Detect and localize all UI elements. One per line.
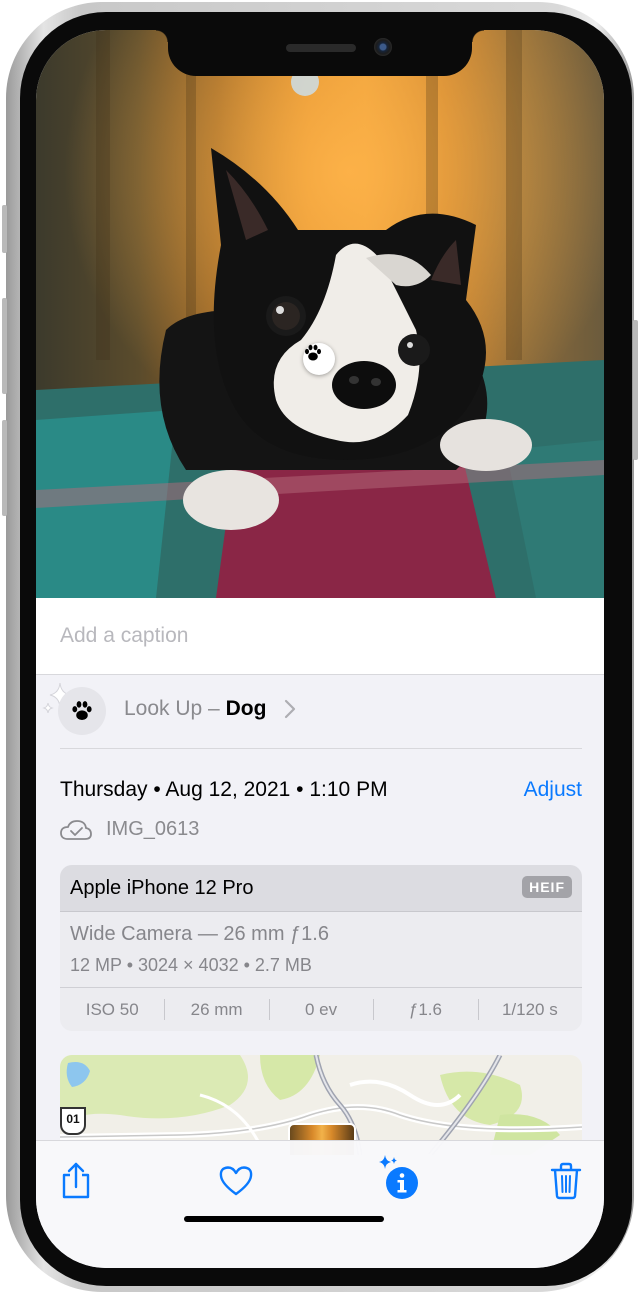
- home-indicator[interactable]: [184, 1216, 384, 1222]
- file-name: IMG_0613: [106, 818, 200, 840]
- divider: [60, 748, 582, 749]
- speaker: [286, 44, 356, 52]
- paw-icon: [72, 701, 92, 720]
- image-specs: 12 MP • 3024 × 4032 • 2.7 MB: [70, 955, 312, 975]
- camera-info-card: Apple iPhone 12 Pro HEIF Wide Camera — 2…: [60, 865, 582, 1031]
- volume-up-button: [2, 298, 7, 394]
- exif-exposure: 0 ev: [268, 988, 373, 1031]
- format-badge: HEIF: [522, 876, 572, 898]
- capture-date: Thursday • Aug 12, 2021 • 1:10 PM: [60, 778, 388, 801]
- dog-photo-illustration: [36, 30, 604, 598]
- photo[interactable]: [36, 30, 604, 598]
- lens-info: Wide Camera — 26 mm ƒ1.6: [70, 923, 329, 945]
- look-up-icon: [58, 687, 106, 735]
- trash-icon: [550, 1162, 582, 1200]
- caption-field[interactable]: Add a caption: [36, 598, 604, 675]
- cloud-check-icon: [60, 820, 92, 840]
- bottom-toolbar: [36, 1140, 604, 1268]
- adjust-button[interactable]: Adjust: [524, 778, 582, 802]
- route-shield: 01: [60, 1107, 86, 1135]
- exif-shutter: 1/120 s: [477, 988, 582, 1031]
- screen: Add a caption Look Up – Dog Thursday • A…: [36, 30, 604, 1268]
- volume-down-button: [2, 420, 7, 516]
- share-icon: [62, 1162, 90, 1199]
- visual-lookup-badge[interactable]: [303, 343, 335, 375]
- chevron-right-icon: [284, 699, 296, 719]
- side-button: [633, 320, 638, 460]
- mute-switch: [2, 205, 7, 253]
- device-name: Apple iPhone 12 Pro: [70, 877, 254, 899]
- heart-icon: [219, 1166, 253, 1196]
- notch: [156, 30, 484, 76]
- look-up-row[interactable]: Look Up – Dog: [36, 675, 604, 749]
- exif-aperture: ƒ1.6: [373, 988, 477, 1031]
- favorite-button[interactable]: [218, 1165, 254, 1202]
- share-button[interactable]: [60, 1161, 92, 1206]
- exif-row: ISO 50 26 mm 0 ev ƒ1.6 1/120 s: [60, 988, 582, 1031]
- info-sparkle-icon: [379, 1155, 418, 1199]
- delete-button[interactable]: [550, 1161, 582, 1206]
- exif-focal-length: 26 mm: [164, 988, 268, 1031]
- camera-info-header: Apple iPhone 12 Pro HEIF: [60, 865, 582, 912]
- look-up-prefix: Look Up –: [124, 697, 226, 720]
- caption-placeholder[interactable]: Add a caption: [60, 624, 188, 648]
- look-up-label[interactable]: Look Up – Dog: [124, 697, 266, 721]
- look-up-subject: Dog: [225, 697, 267, 720]
- front-camera: [374, 38, 392, 56]
- exif-iso: ISO 50: [85, 1000, 139, 1019]
- paw-icon: [305, 344, 321, 361]
- info-button[interactable]: [376, 1153, 424, 1206]
